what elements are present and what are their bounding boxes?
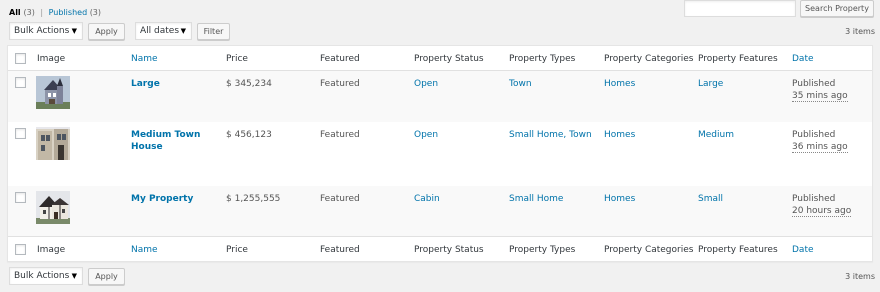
date-cell: Published 36 mins ago xyxy=(792,129,848,153)
dates-filter-select[interactable]: All dates ▼ xyxy=(135,22,192,40)
price: $ 456,123 xyxy=(226,130,272,140)
price: $ 1,255,555 xyxy=(226,194,281,204)
tudor-house-image[interactable] xyxy=(36,191,70,224)
column-image: Image xyxy=(37,245,66,255)
townhouse-image[interactable] xyxy=(36,127,70,160)
featured: Featured xyxy=(320,130,360,140)
items-count: 3 items xyxy=(845,272,875,281)
column-features: Property Features xyxy=(698,245,778,255)
search-input[interactable] xyxy=(684,0,796,17)
price: $ 345,234 xyxy=(226,79,272,89)
categories-link[interactable]: Homes xyxy=(604,129,635,141)
types-link[interactable]: Small Home xyxy=(509,193,563,205)
date-status: Published xyxy=(792,130,836,140)
apply-button[interactable]: Apply xyxy=(88,268,125,285)
date-cell: Published 35 mins ago xyxy=(792,78,848,102)
row-checkbox[interactable] xyxy=(15,192,26,203)
apply-button[interactable]: Apply xyxy=(88,23,125,40)
types-link[interactable]: Small Home, Town xyxy=(509,129,592,141)
featured: Featured xyxy=(320,194,360,204)
column-status: Property Status xyxy=(414,245,484,255)
victorian-house-image[interactable] xyxy=(36,76,70,109)
column-image: Image xyxy=(37,54,66,64)
property-name-link[interactable]: Medium Town House xyxy=(131,129,209,153)
status-link[interactable]: Cabin xyxy=(414,193,440,205)
features-link[interactable]: Large xyxy=(698,78,723,90)
categories-link[interactable]: Homes xyxy=(604,193,635,205)
table-footer: Image Name Price Featured Property Statu… xyxy=(8,236,872,261)
column-status: Property Status xyxy=(414,54,484,64)
view-separator: | xyxy=(40,8,44,17)
status-link[interactable]: Open xyxy=(414,78,438,90)
column-date[interactable]: Date xyxy=(792,245,814,255)
types-link[interactable]: Town xyxy=(509,78,532,90)
table-header: Image Name Price Featured Property Statu… xyxy=(8,46,872,71)
date-ago: 35 mins ago xyxy=(792,91,848,102)
row-checkbox[interactable] xyxy=(15,77,26,88)
property-list-table: Image Name Price Featured Property Statu… xyxy=(7,45,873,262)
column-categories: Property Categories xyxy=(604,54,694,64)
table-row: My Property $ 1,255,555 Featured Cabin S… xyxy=(8,186,872,237)
chevron-down-icon: ▼ xyxy=(180,27,186,35)
featured: Featured xyxy=(320,79,360,89)
property-name-link[interactable]: My Property xyxy=(131,193,209,205)
select-all-checkbox[interactable] xyxy=(15,244,26,255)
column-name[interactable]: Name xyxy=(131,54,158,64)
search-button[interactable]: Search Property xyxy=(800,0,874,17)
row-checkbox[interactable] xyxy=(15,128,26,139)
column-price: Price xyxy=(226,245,248,255)
column-featured: Featured xyxy=(320,54,360,64)
bulk-actions-select[interactable]: Bulk Actions ▼ xyxy=(9,22,83,40)
view-filters: All (3) | Published (3) xyxy=(9,8,101,17)
column-featured: Featured xyxy=(320,245,360,255)
filter-button[interactable]: Filter xyxy=(197,23,230,40)
table-row: Large $ 345,234 Featured Open Town Homes… xyxy=(8,71,872,122)
tablenav-top: Bulk Actions ▼ Apply All dates ▼ Filter 3 … xyxy=(9,22,875,41)
column-categories: Property Categories xyxy=(604,245,694,255)
status-link[interactable]: Open xyxy=(414,129,438,141)
date-cell: Published 20 hours ago xyxy=(792,193,852,217)
chevron-down-icon: ▼ xyxy=(71,27,77,35)
date-status: Published xyxy=(792,79,836,89)
property-name-link[interactable]: Large xyxy=(131,78,209,90)
column-features: Property Features xyxy=(698,54,778,64)
view-all-link[interactable]: All (3) xyxy=(9,8,35,17)
features-link[interactable]: Small xyxy=(698,193,723,205)
categories-link[interactable]: Homes xyxy=(604,78,635,90)
date-ago: 20 hours ago xyxy=(792,206,852,217)
table-row: Medium Town House $ 456,123 Featured Ope… xyxy=(8,122,872,186)
column-types: Property Types xyxy=(509,54,576,64)
bulk-actions-select[interactable]: Bulk Actions ▼ xyxy=(9,267,83,285)
column-date[interactable]: Date xyxy=(792,54,814,64)
date-status: Published xyxy=(792,194,836,204)
column-types: Property Types xyxy=(509,245,576,255)
features-link[interactable]: Medium xyxy=(698,129,734,141)
column-price: Price xyxy=(226,54,248,64)
select-all-checkbox[interactable] xyxy=(15,53,26,64)
column-name[interactable]: Name xyxy=(131,245,158,255)
items-count: 3 items xyxy=(845,27,875,36)
date-ago: 36 mins ago xyxy=(792,142,848,153)
chevron-down-icon: ▼ xyxy=(71,272,77,280)
tablenav-bottom: Bulk Actions ▼ Apply 3 items xyxy=(9,267,875,286)
view-published-link[interactable]: Published (3) xyxy=(49,8,101,17)
